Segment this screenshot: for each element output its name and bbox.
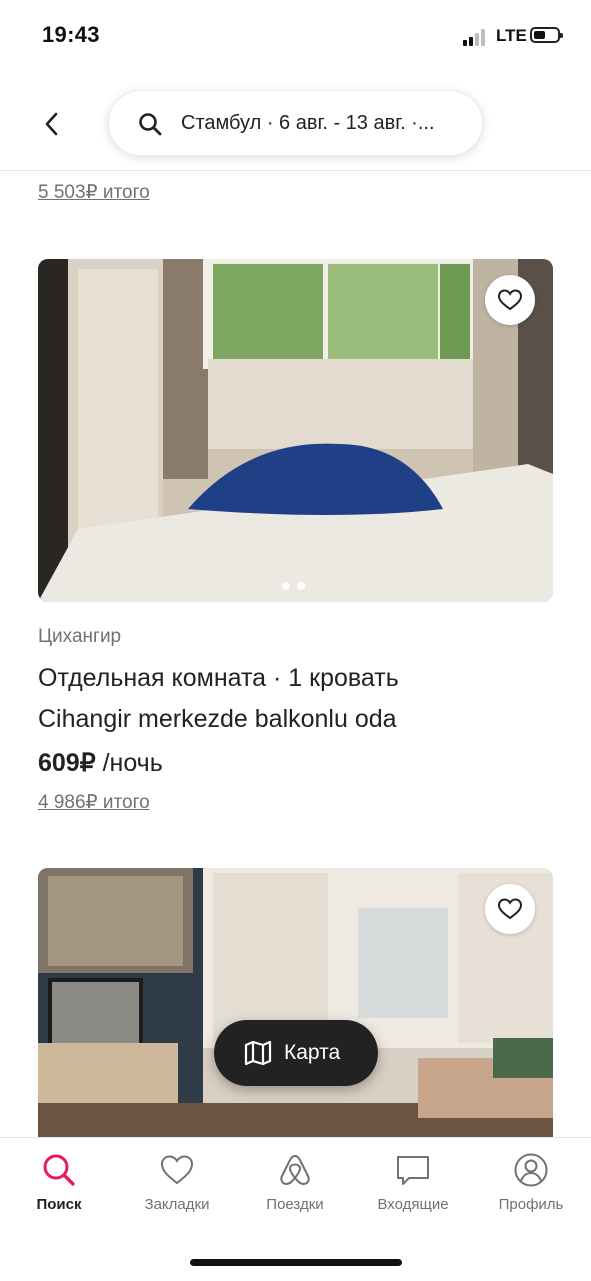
wishlist-button[interactable] bbox=[485, 275, 535, 325]
search-bar[interactable]: Стамбул · 6 авг. - 13 авг. ·... bbox=[108, 90, 483, 156]
status-bar: 19:43 LTE bbox=[0, 0, 591, 70]
tab-label: Поиск bbox=[36, 1196, 82, 1213]
photo-pagination bbox=[282, 582, 305, 590]
profile-icon bbox=[514, 1153, 548, 1187]
tab-profile[interactable]: Профиль bbox=[472, 1138, 590, 1228]
message-icon bbox=[397, 1156, 429, 1185]
listing-total-link[interactable]: 4 986₽ итого bbox=[38, 791, 150, 814]
chevron-left-icon bbox=[45, 112, 58, 136]
search-summary: Стамбул · 6 авг. - 13 авг. ·... bbox=[181, 112, 435, 134]
wishlist-button[interactable] bbox=[485, 884, 535, 934]
search-icon bbox=[43, 1154, 75, 1186]
map-icon bbox=[244, 1040, 272, 1066]
map-button-label: Карта bbox=[284, 1041, 341, 1064]
heart-icon bbox=[497, 898, 523, 920]
price-unit: /ночь bbox=[95, 749, 163, 777]
listing-photo[interactable] bbox=[38, 259, 553, 602]
back-button[interactable] bbox=[34, 106, 70, 142]
map-button[interactable]: Карта bbox=[214, 1020, 378, 1086]
home-indicator bbox=[190, 1259, 402, 1266]
listing-photo[interactable] bbox=[38, 868, 553, 1137]
listing-price: 609₽ /ночь bbox=[38, 748, 163, 778]
search-icon bbox=[139, 113, 162, 136]
tab-label: Профиль bbox=[498, 1196, 564, 1213]
listing-room-type: Отдельная комната · 1 кровать bbox=[38, 664, 399, 692]
battery-icon bbox=[530, 27, 563, 43]
network-type: LTE bbox=[496, 26, 527, 45]
tab-label: Входящие bbox=[377, 1196, 449, 1213]
listing-total-link[interactable]: 5 503₽ итого bbox=[38, 181, 150, 204]
tab-trips[interactable]: Поездки bbox=[236, 1138, 354, 1228]
tab-label: Закладки bbox=[144, 1196, 210, 1213]
status-time: 19:43 bbox=[42, 22, 100, 47]
tab-wishlists[interactable]: Закладки bbox=[118, 1138, 236, 1228]
living-room-photo-image bbox=[38, 868, 553, 1137]
listing-neighborhood: Цихангир bbox=[38, 626, 122, 647]
heart-icon bbox=[497, 289, 523, 311]
airbnb-icon bbox=[280, 1155, 310, 1185]
room-photo-image bbox=[38, 259, 553, 602]
tab-inbox[interactable]: Входящие bbox=[354, 1138, 472, 1228]
heart-icon bbox=[160, 1155, 194, 1185]
price-amount: 609₽ bbox=[38, 749, 96, 777]
listing-title[interactable]: Cihangir merkezde balkonlu oda bbox=[38, 705, 397, 734]
tab-search[interactable]: Поиск bbox=[0, 1138, 118, 1228]
signal-strength-icon bbox=[463, 28, 493, 46]
search-header: Стамбул · 6 авг. - 13 авг. ·... bbox=[0, 80, 591, 171]
tab-label: Поездки bbox=[266, 1196, 324, 1213]
